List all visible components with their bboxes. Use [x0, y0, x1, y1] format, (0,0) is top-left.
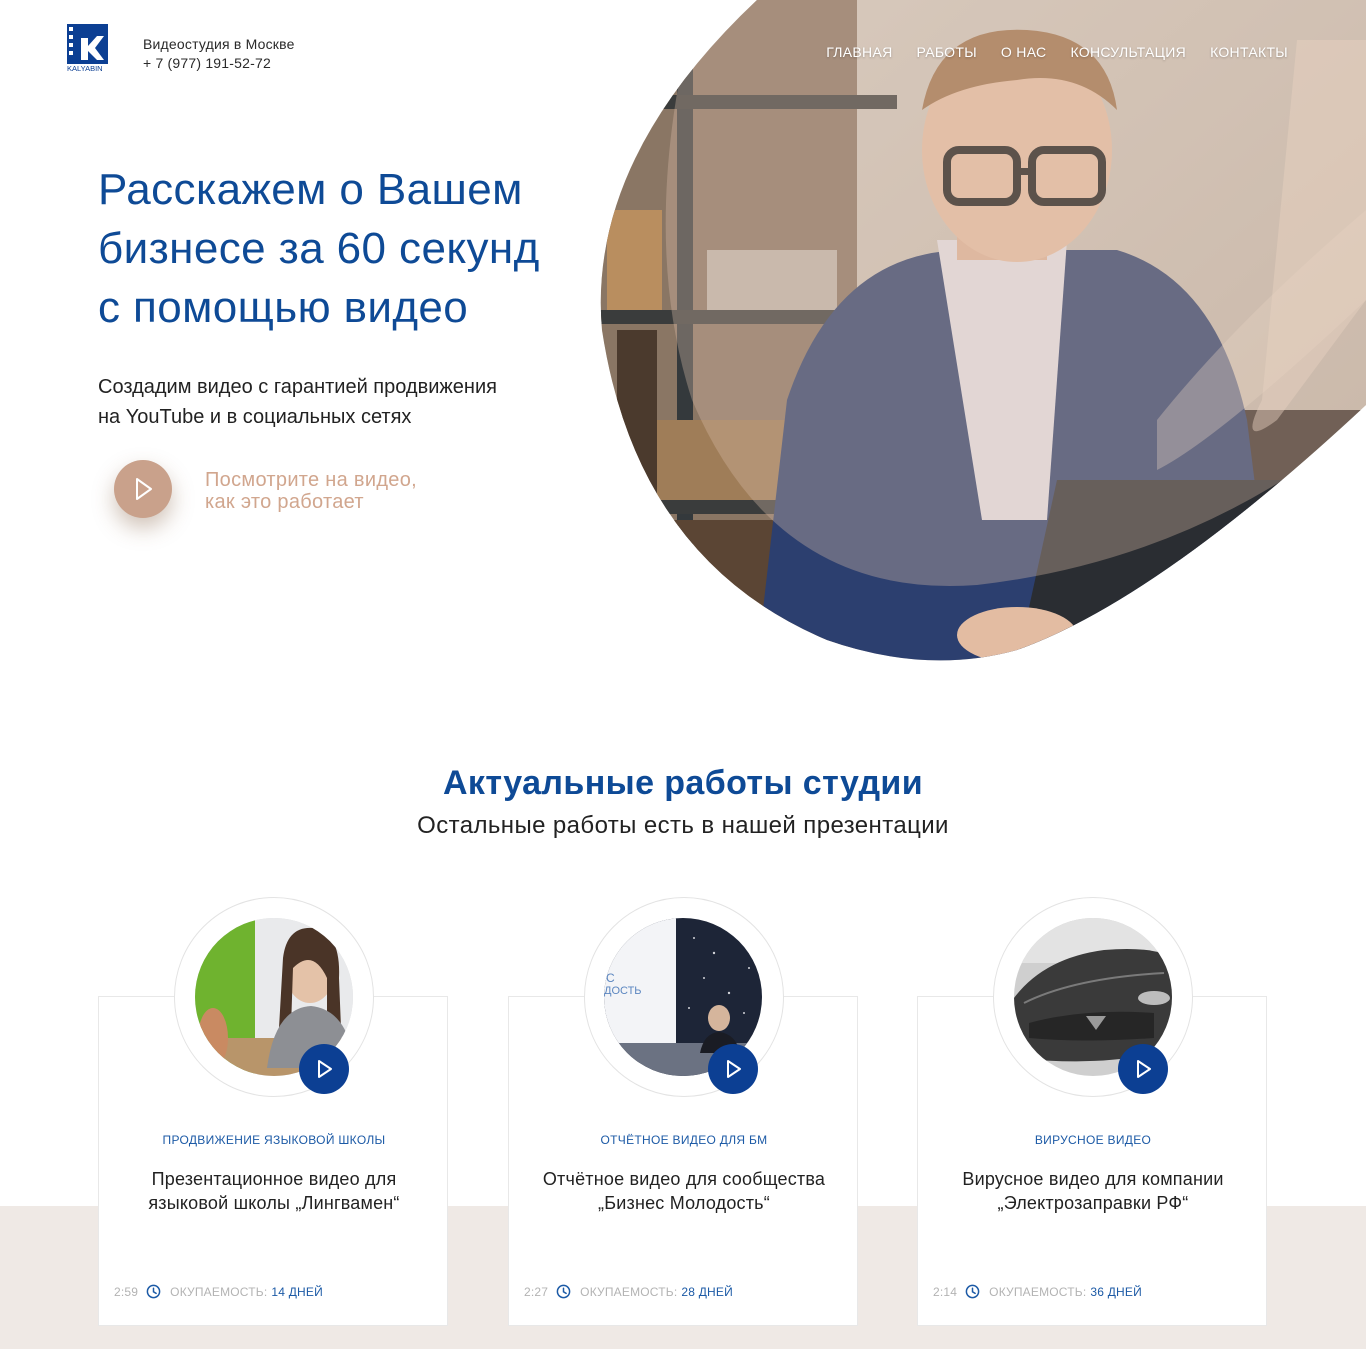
card-payback-value: 28 ДНЕЙ	[681, 1284, 733, 1299]
card-payback-label: ОКУПАЕМОСТЬ:	[580, 1284, 678, 1299]
nav-about[interactable]: О НАС	[1001, 44, 1047, 60]
hero-title: Расскажем о Вашем бизнесе за 60 секунд с…	[98, 160, 598, 337]
main-nav: ГЛАВНАЯ РАБОТЫ О НАС КОНСУЛЬТАЦИЯ КОНТАК…	[826, 44, 1288, 60]
play-icon	[136, 478, 152, 500]
hero-play-button[interactable]	[114, 460, 172, 518]
card-play-button[interactable]	[708, 1044, 758, 1094]
card-title-line-1: Отчётное видео для сообщества	[542, 1169, 826, 1189]
card-tag[interactable]: ПРОДВИЖЕНИЕ ЯЗЫКОВОЙ ШКОЛЫ	[99, 1133, 449, 1147]
hero-cta-line-1: Посмотрите на видео,	[205, 469, 417, 491]
nav-consultation[interactable]: КОНСУЛЬТАЦИЯ	[1070, 44, 1186, 60]
play-icon	[1137, 1060, 1151, 1078]
card-payback-label: ОКУПАЕМОСТЬ:	[170, 1284, 268, 1299]
logo[interactable]: KALYABIN	[67, 24, 111, 74]
card-title-line-2: „Электрозаправки РФ“	[997, 1193, 1189, 1213]
logo-text: KALYABIN	[67, 64, 103, 73]
card-meta: 2:27 ОКУПАЕМОСТЬ: 28 ДНЕЙ	[524, 1284, 733, 1299]
hero-subtitle-line-1: Создадим видео с гарантией продвижения	[98, 376, 497, 398]
thumb-text-1: С	[606, 971, 615, 985]
card-duration: 2:59	[114, 1284, 139, 1299]
card-tag[interactable]: ОТЧЁТНОЕ ВИДЕО ДЛЯ БМ	[509, 1133, 859, 1147]
thumb-text-2: ДОСТЬ	[604, 985, 642, 997]
card-title-line-2: языковой школы „Лингвамен“	[148, 1193, 400, 1213]
card-title-line-1: Презентационное видео для	[151, 1169, 397, 1189]
card-title[interactable]: Отчётное видео для сообщества „Бизнес Мо…	[529, 1167, 839, 1215]
works-subtitle: Остальные работы есть в нашей презентаци…	[417, 812, 949, 839]
nav-contacts[interactable]: КОНТАКТЫ	[1210, 44, 1288, 60]
card-title[interactable]: Вирусное видео для компании „Электрозапр…	[938, 1167, 1248, 1215]
hero-cta-line-2: как это работает	[205, 491, 364, 513]
hero-subtitle: Создадим видео с гарантией продвижения н…	[98, 372, 568, 432]
nav-works[interactable]: РАБОТЫ	[917, 44, 977, 60]
play-icon	[727, 1060, 741, 1078]
clock-icon	[556, 1284, 571, 1299]
card-duration: 2:14	[933, 1284, 958, 1299]
play-icon	[318, 1060, 332, 1078]
card-meta: 2:59 ОКУПАЕМОСТЬ: 14 ДНЕЙ	[114, 1284, 323, 1299]
card-title[interactable]: Презентационное видео для языковой школы…	[119, 1167, 429, 1215]
card-meta: 2:14 ОКУПАЕМОСТЬ: 36 ДНЕЙ	[933, 1284, 1142, 1299]
clock-icon	[965, 1284, 980, 1299]
card-payback-value: 36 ДНЕЙ	[1090, 1284, 1142, 1299]
card-payback-label: ОКУПАЕМОСТЬ:	[989, 1284, 1087, 1299]
studio-phone[interactable]: + 7 (977) 191-52-72	[143, 54, 295, 73]
hero-subtitle-line-2: на YouTube и в социальных сетях	[98, 406, 412, 428]
clock-icon	[146, 1284, 161, 1299]
card-play-button[interactable]	[299, 1044, 349, 1094]
hero-photo	[597, 0, 1366, 662]
hero-title-line-1: Расскажем о Вашем	[98, 165, 523, 214]
hero-title-line-3: с помощью видео	[98, 283, 469, 332]
hero-cta-text[interactable]: Посмотрите на видео, как это работает	[205, 469, 417, 513]
works-title: Актуальные работы студии	[442, 764, 924, 802]
studio-name: Видеостудия в Москве	[143, 36, 295, 52]
card-duration: 2:27	[524, 1284, 549, 1299]
card-tag[interactable]: ВИРУСНОЕ ВИДЕО	[918, 1133, 1268, 1147]
card-payback-value: 14 ДНЕЙ	[271, 1284, 323, 1299]
hero-title-line-2: бизнесе за 60 секунд	[98, 224, 540, 273]
nav-home[interactable]: ГЛАВНАЯ	[826, 44, 892, 60]
card-play-button[interactable]	[1118, 1044, 1168, 1094]
studio-info: Видеостудия в Москве + 7 (977) 191-52-72	[143, 35, 295, 73]
card-title-line-1: Вирусное видео для компании	[962, 1169, 1224, 1189]
card-title-line-2: „Бизнес Молодость“	[598, 1193, 770, 1213]
